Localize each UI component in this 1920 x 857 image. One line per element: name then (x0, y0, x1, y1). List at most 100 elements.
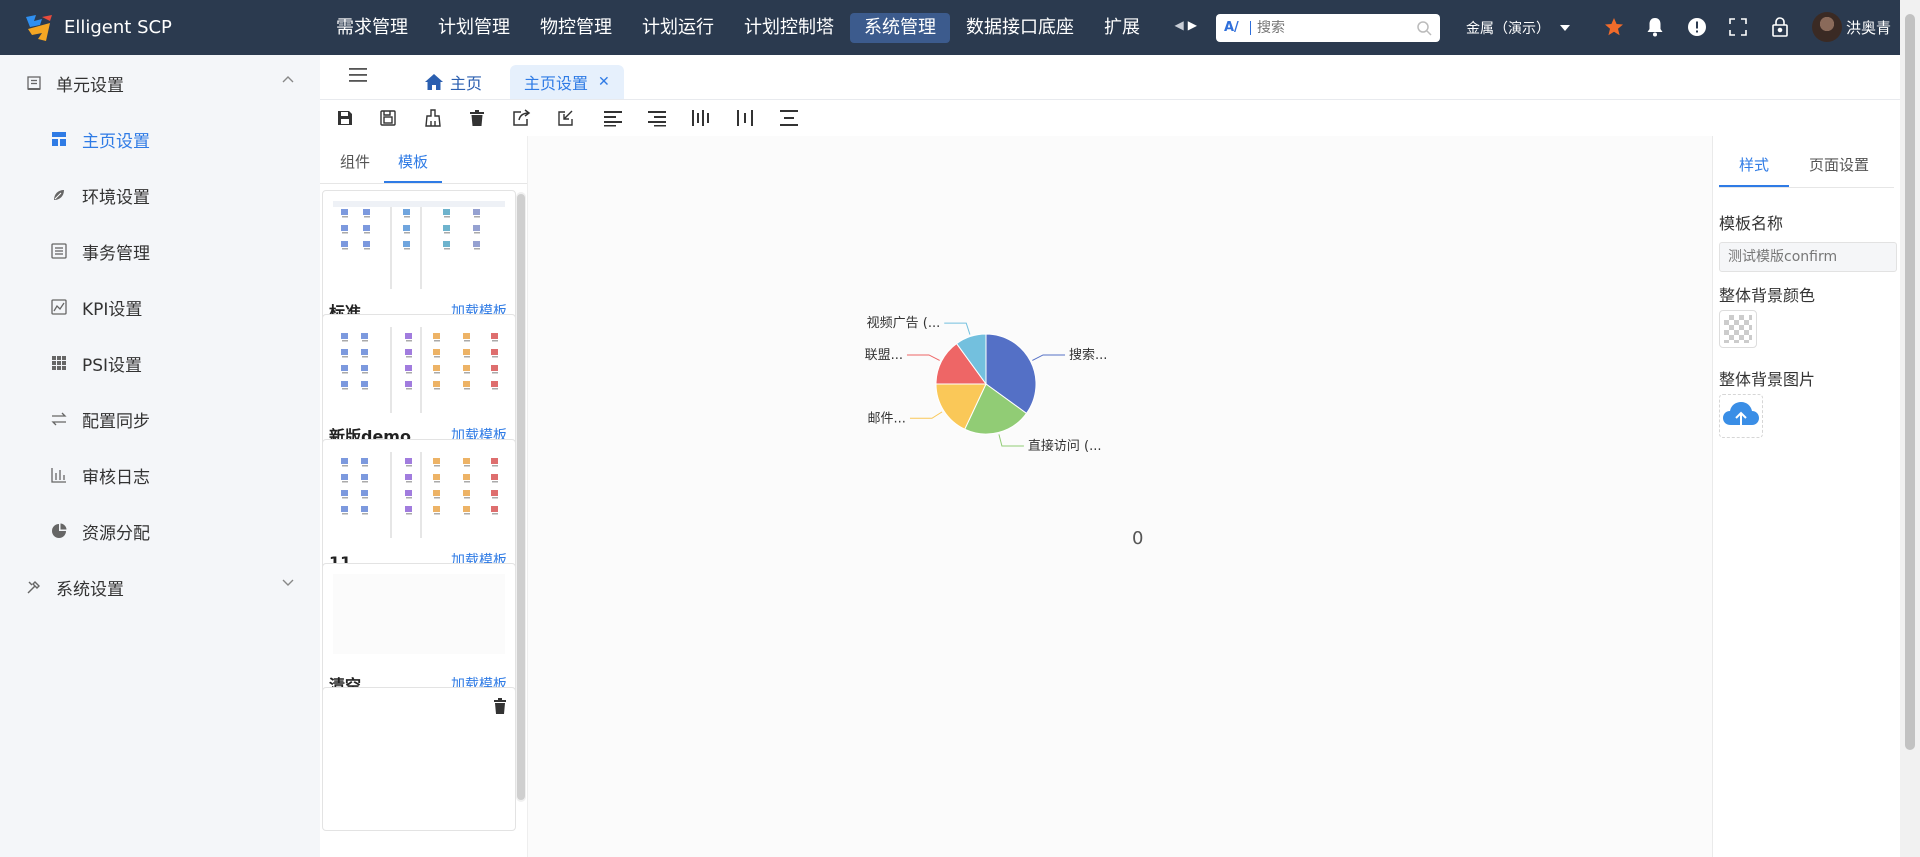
sidebar-item[interactable]: 主页设置 (0, 111, 320, 167)
import-icon[interactable] (554, 107, 576, 129)
template-panel-tabs: 组件 模板 (320, 136, 527, 184)
tab-page-settings[interactable]: 页面设置 (1789, 135, 1889, 187)
pie-label: 联盟... (865, 348, 903, 363)
nav-item[interactable]: 计划运行 (628, 13, 728, 43)
avatar (1812, 12, 1842, 42)
properties-panel: 样式 页面设置 模板名称 测试模版confirm 整体背景颜色 整体背景图片 (1712, 136, 1900, 857)
template-card[interactable]: 标准 加载模板 (322, 190, 516, 334)
sidebar-item-label: 审核日志 (82, 467, 150, 488)
delete-icon[interactable] (466, 107, 488, 129)
sidebar-item[interactable]: 事务管理 (0, 223, 320, 279)
search-input[interactable] (1257, 20, 1407, 36)
bg-image-label: 整体背景图片 (1719, 370, 1816, 389)
bell-icon[interactable] (1643, 15, 1667, 39)
chevron-down-icon (282, 579, 294, 586)
sidebar-item[interactable]: PSI设置 (0, 335, 320, 391)
tab-components[interactable]: 组件 (326, 135, 384, 183)
template-card[interactable]: 11加载模板 (322, 439, 516, 583)
bg-image-upload[interactable] (1719, 394, 1763, 438)
template-thumbnail (333, 325, 505, 415)
tools-icon (27, 581, 40, 594)
sidebar-item[interactable]: 环境设置 (0, 167, 320, 223)
nav-item[interactable]: 数据接口底座 (952, 13, 1088, 43)
distribute-vertical-icon[interactable] (778, 107, 800, 129)
nav-item[interactable]: 物控管理 (526, 13, 626, 43)
search-icon[interactable] (1416, 20, 1432, 36)
page-scrollbar-thumb[interactable] (1905, 14, 1915, 750)
ai-icon[interactable]: A/ (1224, 19, 1244, 37)
align-right-icon[interactable] (646, 107, 668, 129)
brand[interactable]: Elligent SCP (0, 0, 322, 55)
user-name: 洪奥青 (1846, 18, 1892, 37)
export-icon[interactable] (510, 107, 532, 129)
tab-templates[interactable]: 模板 (384, 135, 443, 183)
sidebar-item[interactable]: 配置同步 (0, 391, 320, 447)
tab-home[interactable]: 主页 (410, 65, 496, 99)
main-nav: 需求管理 计划管理 物控管理 计划运行 计划控制塔 系统管理 数据接口底座 扩展 ◀ ▶ (322, 0, 1197, 55)
pie-label-line (1032, 354, 1066, 361)
trash-icon[interactable] (493, 698, 507, 714)
template-card[interactable]: 清空 加载模板 (322, 563, 516, 707)
list-icon (50, 243, 68, 259)
template-card[interactable] (322, 687, 516, 831)
pie-label-line (944, 322, 971, 335)
alert-icon[interactable] (1685, 15, 1709, 39)
grid-icon (50, 355, 68, 371)
nav-item[interactable]: 计划管理 (424, 13, 524, 43)
align-left-icon[interactable] (602, 107, 624, 129)
menu-group-system-settings[interactable]: 系统设置 (0, 559, 320, 615)
distribute-horizontal-icon[interactable] (690, 107, 712, 129)
environment-icon (50, 188, 68, 202)
sidebar-item-label: 环境设置 (82, 187, 150, 208)
nav-prev-icon[interactable]: ◀ (1175, 18, 1184, 32)
save-icon[interactable] (334, 107, 356, 129)
sidebar-item[interactable]: KPI设置 (0, 279, 320, 335)
tabs-bar: 主页 主页设置 ✕ (320, 55, 1900, 100)
nav-item[interactable]: 需求管理 (322, 13, 422, 43)
tab-homepage-settings[interactable]: 主页设置 ✕ (510, 65, 624, 99)
sidebar-item-label: KPI设置 (82, 299, 143, 320)
nav-item[interactable]: 扩展 (1090, 13, 1154, 43)
template-card[interactable]: 新版demo 加载模板 (322, 314, 516, 458)
menu-group-label: 系统设置 (56, 579, 124, 600)
page-scrollbar[interactable] (1900, 0, 1920, 857)
template-panel: 组件 模板 标准加载模板新版demo加载模板11加载模板清空加载模板 (320, 136, 528, 857)
org-selector[interactable]: 金属（演示） (1466, 18, 1570, 38)
star-icon[interactable] (1602, 15, 1626, 39)
clear-icon[interactable] (422, 107, 444, 129)
cloud-upload-icon (1723, 402, 1759, 429)
pie-icon (50, 523, 68, 539)
pie-label: 直接访问 (... (1028, 438, 1102, 454)
chevron-up-icon (282, 76, 294, 83)
user-menu[interactable]: 洪奥青 (1812, 12, 1891, 42)
menu-group-unit-settings[interactable]: 单元设置 (0, 55, 320, 111)
template-name-field[interactable]: 测试模版confirm (1719, 242, 1897, 272)
fullscreen-icon[interactable] (1726, 15, 1750, 39)
canvas-counter: 0 (1132, 528, 1144, 549)
template-scrollbar[interactable] (516, 192, 526, 802)
nav-item[interactable]: 系统管理 (850, 12, 950, 43)
save-as-icon[interactable] (378, 107, 400, 129)
template-thumbnail (333, 201, 505, 291)
properties-tabs: 样式 页面设置 (1719, 136, 1894, 188)
close-icon[interactable]: ✕ (598, 74, 610, 90)
nav-item[interactable]: 计划控制塔 (730, 13, 848, 43)
pie-label: 邮件... (868, 411, 906, 426)
search-box[interactable]: A/ (1216, 14, 1440, 42)
template-scrollbar-thumb[interactable] (517, 194, 525, 800)
design-canvas[interactable]: 搜索... 直接访问 (... 邮件... 联盟... 视频广告 (... 0 (528, 136, 1712, 857)
nav-next-icon[interactable]: ▶ (1188, 18, 1197, 32)
sidebar-item-label: 主页设置 (82, 131, 150, 152)
top-bar: Elligent SCP 需求管理 计划管理 物控管理 计划运行 计划控制塔 系统管理 数据… (0, 0, 1920, 55)
pie-label-line (998, 434, 1024, 447)
bg-color-picker[interactable] (1719, 310, 1757, 348)
sidebar-item[interactable]: 审核日志 (0, 447, 320, 503)
template-thumbnail (333, 450, 505, 540)
hamburger-icon[interactable] (348, 67, 368, 83)
pie-chart[interactable]: 搜索... 直接访问 (... 邮件... 联盟... 视频广告 (... (822, 286, 1142, 506)
lock-icon[interactable] (1768, 15, 1792, 39)
align-center-vertical-icon[interactable] (734, 107, 756, 129)
sidebar-item-label: PSI设置 (82, 355, 143, 376)
sidebar-item[interactable]: 资源分配 (0, 503, 320, 559)
tab-style[interactable]: 样式 (1719, 135, 1790, 187)
